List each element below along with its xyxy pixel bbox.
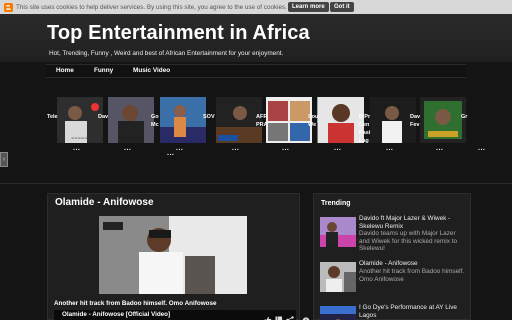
- carousel-label[interactable]: Gr: [461, 114, 467, 120]
- carousel-label[interactable]: We: [308, 122, 316, 128]
- site-header: Top Entertainment in Africa Hot, Trendin…: [0, 14, 512, 62]
- carousel-dots[interactable]: ...: [478, 145, 485, 152]
- carousel-thumb[interactable]: [318, 97, 364, 143]
- cookie-bar: This site uses cookies to help deliver s…: [0, 0, 512, 14]
- thumbs-up-icon[interactable]: [264, 311, 272, 320]
- thumbs-down-icon[interactable]: [275, 311, 283, 320]
- carousel-dots[interactable]: ...: [232, 145, 239, 152]
- trending-title[interactable]: I Go Dye's Performance at AY Live Lagos: [359, 304, 467, 319]
- carousel-thumb[interactable]: [370, 97, 416, 143]
- post-title[interactable]: Olamide - Anifowose: [55, 197, 154, 208]
- carousel-thumb[interactable]: =====: [57, 97, 103, 143]
- carousel-label[interactable]: D'Pr: [359, 114, 370, 120]
- nav-item-funny[interactable]: Funny: [94, 67, 113, 74]
- nav-item-home[interactable]: Home: [56, 67, 74, 74]
- carousel-label[interactable]: Dav: [410, 114, 420, 120]
- nav-item-music-video[interactable]: Music Video: [133, 67, 170, 74]
- carousel-label[interactable]: Dav: [98, 114, 108, 120]
- blogger-icon: [3, 2, 13, 12]
- carousel-dots[interactable]: ...: [167, 150, 174, 157]
- trending-thumb[interactable]: [320, 306, 356, 320]
- info-icon[interactable]: [302, 312, 310, 320]
- carousel-label[interactable]: Sou: [308, 114, 318, 120]
- carousel-thumb[interactable]: [216, 97, 262, 143]
- carousel-label[interactable]: SOV: [203, 114, 215, 120]
- post-caption: Another hit track from Badoo himself. Om…: [54, 300, 217, 307]
- carousel-label[interactable]: AFR: [256, 114, 267, 120]
- carousel-label[interactable]: Fev: [410, 122, 419, 128]
- carousel-dots[interactable]: ...: [73, 145, 80, 152]
- carousel-dots[interactable]: ...: [282, 145, 289, 152]
- section-divider: [0, 183, 512, 184]
- carousel-label[interactable]: Mc: [151, 122, 159, 128]
- carousel-prev-arrow[interactable]: ‹: [0, 152, 8, 167]
- trending-desc: Davido teams up with Major Lazer and Wiw…: [359, 230, 458, 252]
- carousel-label[interactable]: Lag: [359, 138, 369, 144]
- nav-bar: Home Funny Music Video: [46, 64, 466, 78]
- carousel-dots[interactable]: ...: [124, 145, 131, 152]
- trending-thumb[interactable]: [320, 262, 356, 292]
- carousel-label[interactable]: Cen: [359, 122, 369, 128]
- carousel-label[interactable]: PRA: [256, 122, 268, 128]
- carousel-label[interactable]: Pasi: [359, 130, 370, 136]
- carousel-dots[interactable]: ...: [176, 145, 183, 152]
- got-it-button[interactable]: Got it: [330, 2, 354, 12]
- carousel-label[interactable]: Tele: [47, 114, 58, 120]
- post-image[interactable]: [99, 216, 247, 294]
- trending-thumb[interactable]: [320, 217, 356, 247]
- chevron-left-icon: ‹: [2, 156, 6, 163]
- trending-item[interactable]: I Go Dye's Performance at AY Live Lagos: [320, 304, 468, 320]
- carousel-thumb[interactable]: [108, 97, 154, 143]
- featured-carousel: ===== Tele Dav Go Mc SOV AFR PRA Sou We: [40, 90, 485, 162]
- carousel-thumb[interactable]: [266, 97, 312, 143]
- trending-title[interactable]: Davido ft Major Lazer & Wiwek - Skelewu …: [359, 215, 467, 230]
- trending-item[interactable]: Davido ft Major Lazer & Wiwek - Skelewu …: [320, 215, 468, 252]
- carousel-dots[interactable]: ...: [334, 145, 341, 152]
- carousel-label[interactable]: Go: [151, 114, 159, 120]
- trending-desc: Another hit track from Badoo himself. Om…: [359, 268, 465, 283]
- trending-item[interactable]: Olamide - Anifowose Another hit track fr…: [320, 260, 468, 294]
- site-tagline: Hot, Trending, Funny , Weird and best of…: [49, 50, 284, 57]
- trending-panel: Trending Davido ft Major Lazer & Wiwek -…: [313, 193, 471, 320]
- svg-text:=====: =====: [71, 135, 88, 140]
- trending-title[interactable]: Olamide - Anifowose: [359, 260, 467, 268]
- cookie-notice-text: This site uses cookies to help deliver s…: [16, 3, 287, 11]
- trending-heading: Trending: [321, 200, 351, 207]
- video-title-bar[interactable]: Olamide - Anifowose [Official Video]: [54, 310, 296, 320]
- carousel-thumb[interactable]: [160, 97, 206, 143]
- learn-more-button[interactable]: Learn more: [288, 2, 329, 12]
- carousel-thumb[interactable]: [420, 97, 466, 143]
- carousel-dots[interactable]: ...: [436, 145, 443, 152]
- carousel-dots[interactable]: ...: [386, 145, 393, 152]
- video-title[interactable]: Olamide - Anifowose [Official Video]: [62, 311, 170, 318]
- share-icon[interactable]: [286, 311, 294, 320]
- site-title[interactable]: Top Entertainment in Africa: [47, 22, 310, 45]
- main-post-panel: Olamide - Anifowose Another hit track fr…: [47, 193, 300, 320]
